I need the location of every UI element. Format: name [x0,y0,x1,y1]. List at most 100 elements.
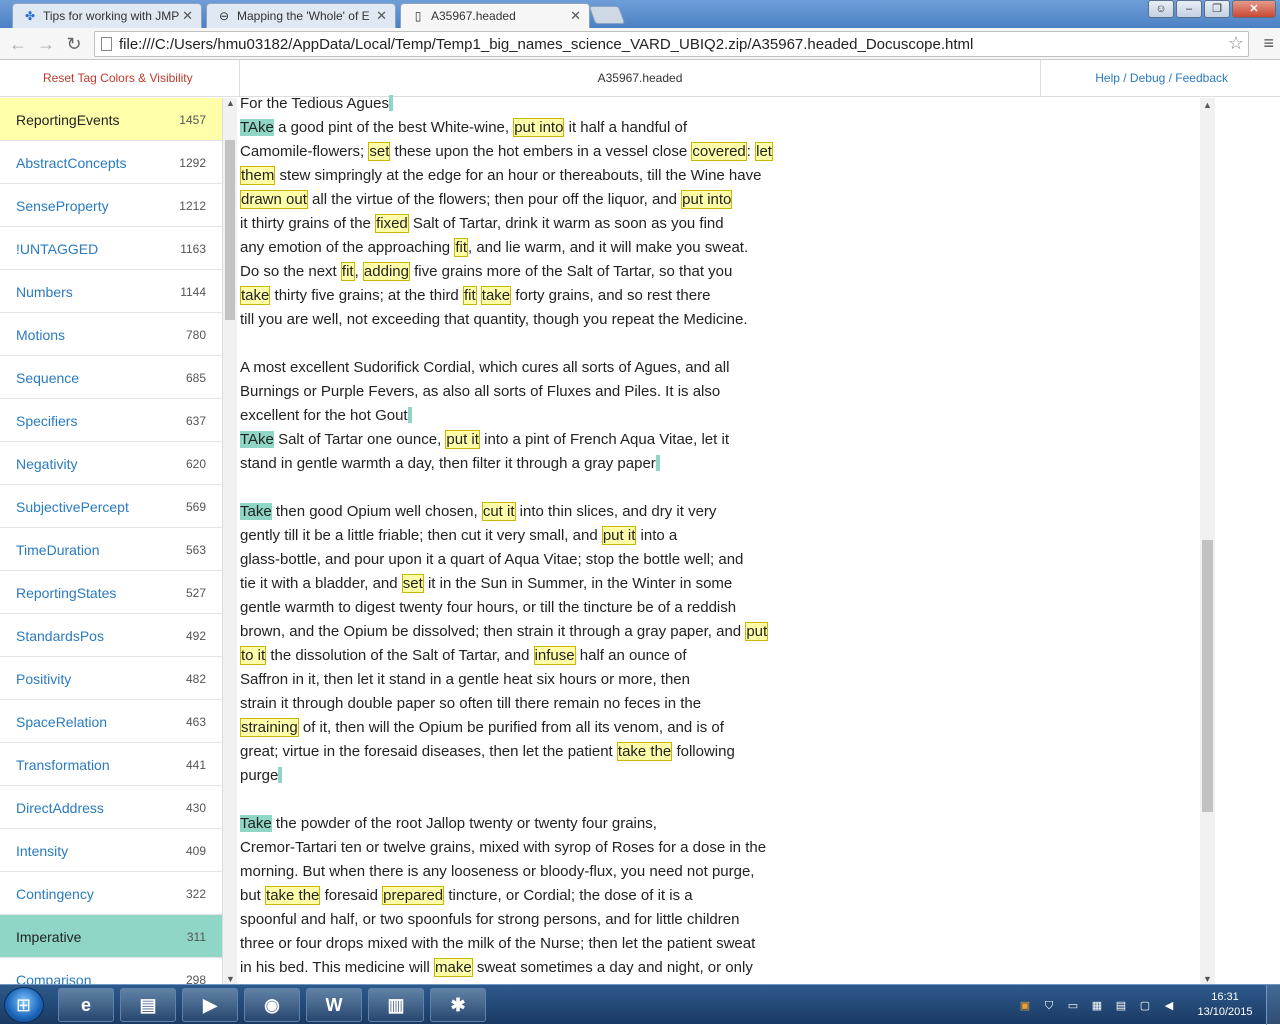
red-app-taskbar-button[interactable]: ✱ [430,988,486,1022]
sidebar-tag-item[interactable]: Contingency 322 [0,872,222,915]
excel-chart-app-taskbar-button[interactable]: ▥ [368,988,424,1022]
tagged-span-reporting-events[interactable]: let [755,142,773,161]
forward-arrow-icon[interactable]: → [34,32,58,56]
sidebar-scroll-thumb[interactable] [225,140,235,320]
tagged-span-reporting-events[interactable]: fit [454,238,468,257]
address-bar[interactable]: file:///C:/Users/hmu03182/AppData/Local/… [94,31,1249,57]
tagged-span-reporting-events[interactable]: fixed [375,214,409,233]
tagged-span-reporting-events[interactable]: put it [601,526,637,545]
sidebar-tag-item[interactable]: ReportingStates 527 [0,571,222,614]
shield-icon[interactable]: ⛉ [1042,999,1056,1013]
tagged-span-reporting-events[interactable]: take [480,286,512,305]
tagged-span-reporting-events[interactable]: take the [265,886,321,905]
new-tab-button[interactable] [588,6,626,24]
user-icon[interactable]: ☺ [1148,0,1174,18]
help-debug-feedback-link[interactable]: Help / Debug / Feedback [1095,71,1228,85]
close-tab-icon[interactable]: ✕ [570,8,581,24]
sidebar-tag-item[interactable]: TimeDuration 563 [0,528,222,571]
tagged-span-imperative[interactable]: Take [240,503,272,520]
sidebar-tag-item[interactable]: Comparison 298 [0,958,222,984]
sidebar-tag-item[interactable]: AbstractConcepts 1292 [0,141,222,184]
tagged-span-reporting-events[interactable]: put into [513,118,565,137]
reload-icon[interactable]: ↻ [62,32,86,56]
tagged-span-reporting-events[interactable]: them [240,166,276,185]
tagged-span-reporting-events[interactable]: put [745,622,769,641]
tagged-span-reporting-events[interactable]: infuse [533,646,576,665]
close-tab-icon[interactable]: ✕ [182,8,193,24]
tray-window-icon[interactable]: ▭ [1066,999,1080,1013]
scroll-up-arrow-icon[interactable]: ▲ [1203,100,1212,110]
speaker-icon[interactable]: ◀ [1162,999,1176,1013]
back-arrow-icon[interactable]: ← [6,32,30,56]
tagged-span-reporting-events[interactable]: straining [240,718,299,737]
document-scrollbar[interactable]: ▲ ▼ [1200,98,1215,984]
tagged-span-reporting-events[interactable]: covered [691,142,747,161]
reset-tag-colors-link[interactable]: Reset Tag Colors & Visibility [43,71,193,85]
tray-network-icon[interactable]: ▦ [1090,999,1104,1013]
scroll-down-arrow-icon[interactable]: ▼ [226,974,235,984]
sidebar-tag-item[interactable]: SubjectivePercept 569 [0,485,222,528]
sidebar-tag-item[interactable]: Imperative 311 [0,915,222,958]
tagged-punctuation-marker[interactable] [389,95,393,111]
sidebar-tag-item[interactable]: !UNTAGGED 1163 [0,227,222,270]
sidebar-tag-item[interactable]: Specifiers 637 [0,399,222,442]
tagged-punctuation-marker[interactable] [407,407,412,423]
close-window-button[interactable]: ✕ [1232,0,1276,18]
tagged-span-reporting-events[interactable]: take [240,286,271,305]
tagged-span-reporting-events[interactable]: drawn out [240,190,308,209]
minimize-button[interactable]: – [1176,0,1202,18]
tagged-span-reporting-events[interactable]: fit [340,262,355,281]
tagged-span-reporting-events[interactable]: cut it [481,502,516,521]
sidebar-tag-item[interactable]: Transformation 441 [0,743,222,786]
tagged-span-reporting-events[interactable]: to it [240,646,267,665]
scroll-down-arrow-icon[interactable]: ▼ [1203,974,1212,984]
browser-tab-3[interactable]: ▯ A35967.headed ✕ [400,3,590,28]
maximize-button[interactable]: ❐ [1204,0,1230,18]
start-button[interactable]: ⊞ [4,987,44,1023]
tagged-span-reporting-events[interactable]: take the [616,742,673,761]
tray-app-icon[interactable]: ▣ [1018,999,1032,1013]
tagged-span-imperative[interactable]: TAke [240,119,274,136]
media-player-taskbar-button[interactable]: ▶ [182,988,238,1022]
tagged-span-imperative[interactable]: TAke [240,431,274,448]
document-scroll-thumb[interactable] [1202,540,1213,812]
tagged-span-reporting-events[interactable]: make [433,958,473,977]
sidebar-tag-item[interactable]: DirectAddress 430 [0,786,222,829]
system-clock[interactable]: 16:31 13/10/2015 [1190,990,1260,1020]
sidebar-tag-item[interactable]: Intensity 409 [0,829,222,872]
scroll-up-arrow-icon[interactable]: ▲ [226,98,235,108]
tagged-span-reporting-events[interactable]: fit [462,286,477,305]
sidebar-scrollbar[interactable]: ▲ ▼ [222,98,237,984]
file-explorer-taskbar-button[interactable]: ▤ [120,988,176,1022]
tagged-span-imperative[interactable]: Take [240,815,272,832]
chrome-taskbar-button[interactable]: ◉ [244,988,300,1022]
close-tab-icon[interactable]: ✕ [376,8,387,24]
tray-device-icon[interactable]: ▤ [1114,999,1128,1013]
word-taskbar-button[interactable]: W [306,988,362,1022]
sidebar-tag-item[interactable]: ReportingEvents 1457 [0,98,222,141]
tagged-punctuation-marker[interactable] [278,767,283,783]
browser-tab-1[interactable]: ✤ Tips for working with JMP ✕ [12,3,202,28]
tagged-span-reporting-events[interactable]: put it [445,430,480,449]
tag-count: 620 [185,457,206,471]
sidebar-tag-item[interactable]: Numbers 1144 [0,270,222,313]
sidebar-tag-item[interactable]: SpaceRelation 463 [0,700,222,743]
menu-icon[interactable]: ≡ [1263,33,1274,54]
browser-tab-2[interactable]: ⊖ Mapping the 'Whole' of E ✕ [206,3,396,28]
sidebar-tag-item[interactable]: SenseProperty 1212 [0,184,222,227]
sidebar-tag-item[interactable]: Sequence 685 [0,356,222,399]
show-desktop-button[interactable] [1266,985,1280,1025]
bookmark-star-icon[interactable]: ☆ [1228,33,1244,54]
tagged-span-reporting-events[interactable]: set [368,142,391,161]
tagged-span-reporting-events[interactable]: set [401,574,424,593]
tagged-span-reporting-events[interactable]: adding [362,262,410,281]
sidebar-tag-item[interactable]: Negativity 620 [0,442,222,485]
tray-monitor-icon[interactable]: ▢ [1138,999,1152,1013]
tagged-span-reporting-events[interactable]: put into [681,190,733,209]
tagged-span-reporting-events[interactable]: prepared [382,886,445,905]
sidebar-tag-item[interactable]: Motions 780 [0,313,222,356]
sidebar-tag-item[interactable]: StandardsPos 492 [0,614,222,657]
tagged-punctuation-marker[interactable] [655,455,660,471]
sidebar-tag-item[interactable]: Positivity 482 [0,657,222,700]
internet-explorer-taskbar-button[interactable]: e [58,988,114,1022]
